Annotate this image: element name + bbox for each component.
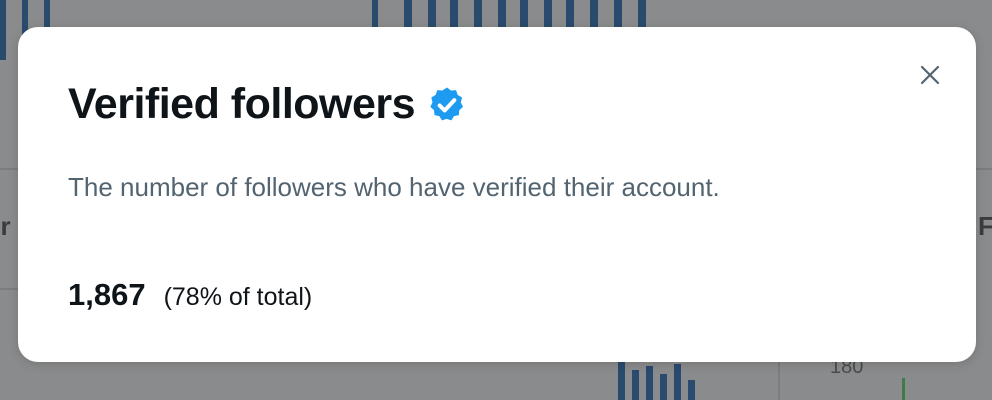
background-chart-bar: [646, 366, 653, 400]
close-icon: [918, 63, 942, 92]
dialog-header: Verified followers: [68, 83, 467, 126]
background-chart-bar: [590, 0, 598, 30]
background-chart-bar: [632, 370, 639, 400]
background-chart-bar: [404, 0, 412, 30]
background-chart-bar: [660, 374, 667, 400]
background-chart-bar: [614, 0, 622, 30]
verified-followers-count: 1,867: [68, 277, 146, 312]
background-chart-bar: [372, 0, 378, 30]
background-chart-bar: [474, 0, 482, 30]
background-divider: [778, 360, 780, 400]
dialog-description: The number of followers who have verifie…: [68, 172, 720, 202]
background-chart-line: [902, 378, 905, 400]
verified-followers-dialog: Verified followers The number of followe…: [18, 27, 976, 362]
background-right-label: F: [978, 211, 992, 241]
background-chart-bar: [450, 0, 458, 30]
background-chart-bar: [0, 0, 6, 60]
background-chart-bar: [688, 380, 695, 400]
background-chart-bar: [544, 0, 552, 30]
dialog-title: Verified followers: [68, 80, 416, 128]
background-left-label: er: [0, 211, 11, 241]
background-chart-bar: [520, 0, 528, 30]
background-chart-bar: [428, 0, 436, 30]
percent-of-total: (78% of total): [163, 283, 313, 311]
background-chart-bar: [674, 364, 681, 400]
stat-row: 1,867 (78% of total): [68, 277, 312, 313]
background-chart-bar: [566, 0, 574, 30]
background-chart-bar: [638, 0, 646, 30]
background-chart-bar: [618, 362, 625, 400]
close-button[interactable]: [914, 61, 946, 93]
verified-badge-icon: [427, 85, 467, 125]
background-chart-bar: [498, 0, 506, 30]
